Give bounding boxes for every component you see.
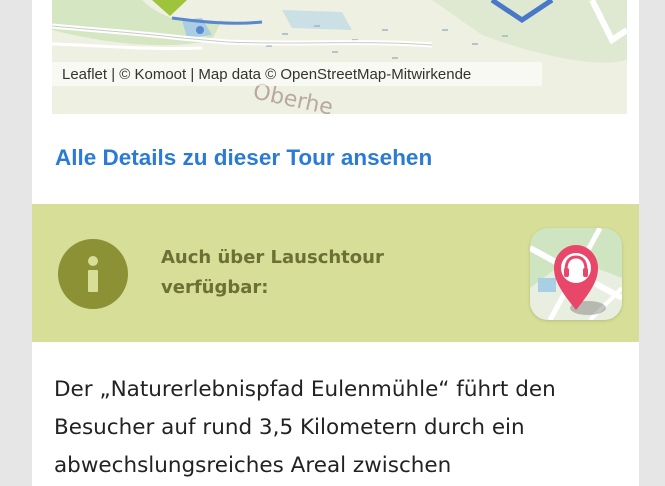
map-tiles: Oberhe	[52, 0, 627, 114]
tour-map[interactable]: Oberhe Leaflet | © Komoot | Map data © O…	[52, 0, 627, 114]
tour-details-link[interactable]: Alle Details zu dieser Tour ansehen	[55, 145, 432, 171]
lauschtour-info-band: Auch über Lauschtour verfügbar:	[32, 204, 639, 342]
lauschtour-availability-text: Auch über Lauschtour verfügbar:	[161, 247, 384, 298]
map-attribution[interactable]: Leaflet | © Komoot | Map data © OpenStre…	[52, 62, 542, 86]
tour-description: Der „Naturerlebnispfad Eulenmühle“ führt…	[54, 377, 556, 478]
lauschtour-app-icon[interactable]	[530, 228, 622, 320]
info-icon	[58, 239, 128, 309]
tour-card: Oberhe Leaflet | © Komoot | Map data © O…	[32, 0, 639, 486]
page: Oberhe Leaflet | © Komoot | Map data © O…	[0, 0, 665, 486]
